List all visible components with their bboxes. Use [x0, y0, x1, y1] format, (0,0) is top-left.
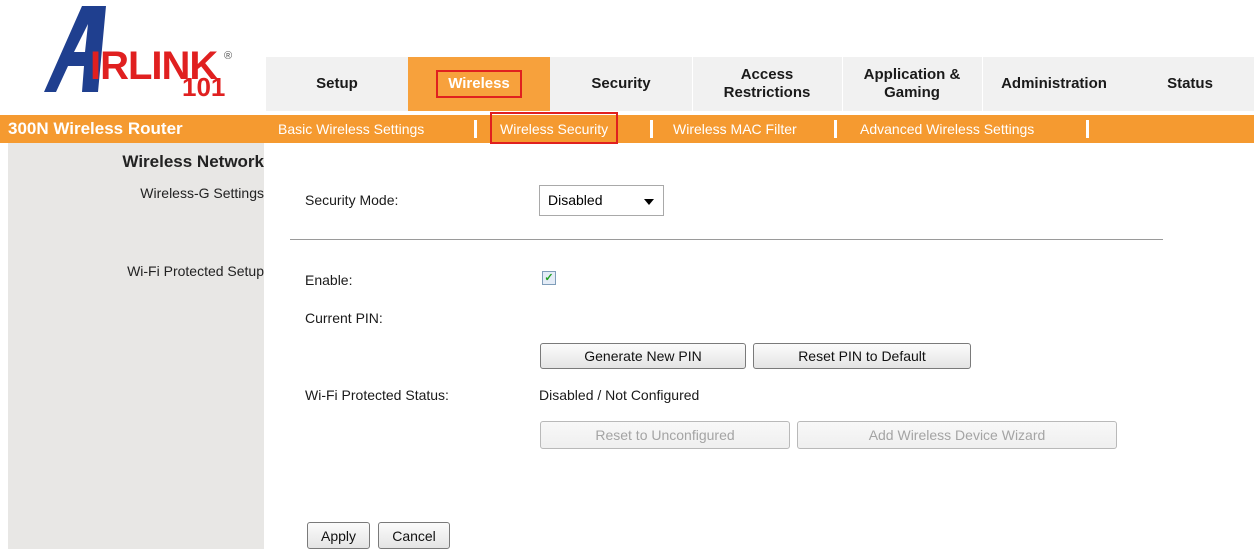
apply-button[interactable]: Apply [307, 522, 370, 549]
nav-divider [842, 57, 843, 111]
security-mode-value: Disabled [548, 192, 603, 208]
tab-administration[interactable]: Administration [982, 57, 1126, 111]
nav-divider [982, 57, 983, 111]
subnav-divider [1086, 120, 1089, 138]
add-wireless-device-wizard-button[interactable]: Add Wireless Device Wizard [797, 421, 1117, 449]
sidebar: Wireless Network Wireless-G Settings Wi-… [8, 143, 264, 549]
reset-pin-to-default-button[interactable]: Reset PIN to Default [753, 343, 971, 369]
tab-setup[interactable]: Setup [266, 57, 408, 111]
logo-registered-mark: ® [224, 50, 233, 62]
wps-status-label: Wi-Fi Protected Status: [305, 387, 449, 403]
checkmark-icon: ✓ [544, 272, 554, 284]
reset-to-unconfigured-button[interactable]: Reset to Unconfigured [540, 421, 790, 449]
wps-enable-checkbox[interactable]: ✓ [542, 271, 556, 285]
subnav-basic-wireless-settings[interactable]: Basic Wireless Settings [278, 115, 424, 143]
subnav-advanced-wireless-settings[interactable]: Advanced Wireless Settings [860, 115, 1034, 143]
cancel-button[interactable]: Cancel [378, 522, 450, 549]
subnav-divider [474, 120, 477, 138]
sidebar-item-wireless-g-settings: Wireless-G Settings [140, 185, 264, 201]
tab-security[interactable]: Security [550, 57, 692, 111]
security-mode-label: Security Mode: [305, 192, 399, 208]
tab-application-gaming[interactable]: Application & Gaming [842, 57, 982, 111]
nav-divider [692, 57, 693, 111]
subnav-wireless-security[interactable]: Wireless Security [490, 112, 619, 144]
subnav-divider [650, 120, 653, 138]
logo-number: 101 [182, 72, 226, 102]
current-pin-label: Current PIN: [305, 310, 383, 326]
tab-wireless[interactable]: Wireless [408, 57, 550, 111]
enable-label: Enable: [305, 272, 353, 288]
subnav-wireless-mac-filter[interactable]: Wireless MAC Filter [673, 115, 797, 143]
generate-new-pin-button[interactable]: Generate New PIN [540, 343, 746, 369]
tab-wireless-label: Wireless [436, 70, 522, 98]
subnav-bar [0, 115, 1254, 143]
router-title: 300N Wireless Router [8, 119, 183, 138]
section-divider [290, 239, 1163, 240]
sidebar-item-wifi-protected-setup: Wi-Fi Protected Setup [127, 263, 264, 279]
security-mode-select[interactable]: Disabled [539, 185, 664, 216]
subnav-divider [834, 120, 837, 138]
airlink-logo: IRLINK ® 101 [44, 4, 254, 100]
tab-status[interactable]: Status [1126, 57, 1254, 111]
wps-status-value: Disabled / Not Configured [539, 387, 700, 403]
tab-access-restrictions[interactable]: Access Restrictions [692, 57, 842, 111]
sidebar-heading: Wireless Network [122, 152, 264, 171]
chevron-down-icon [644, 199, 654, 205]
